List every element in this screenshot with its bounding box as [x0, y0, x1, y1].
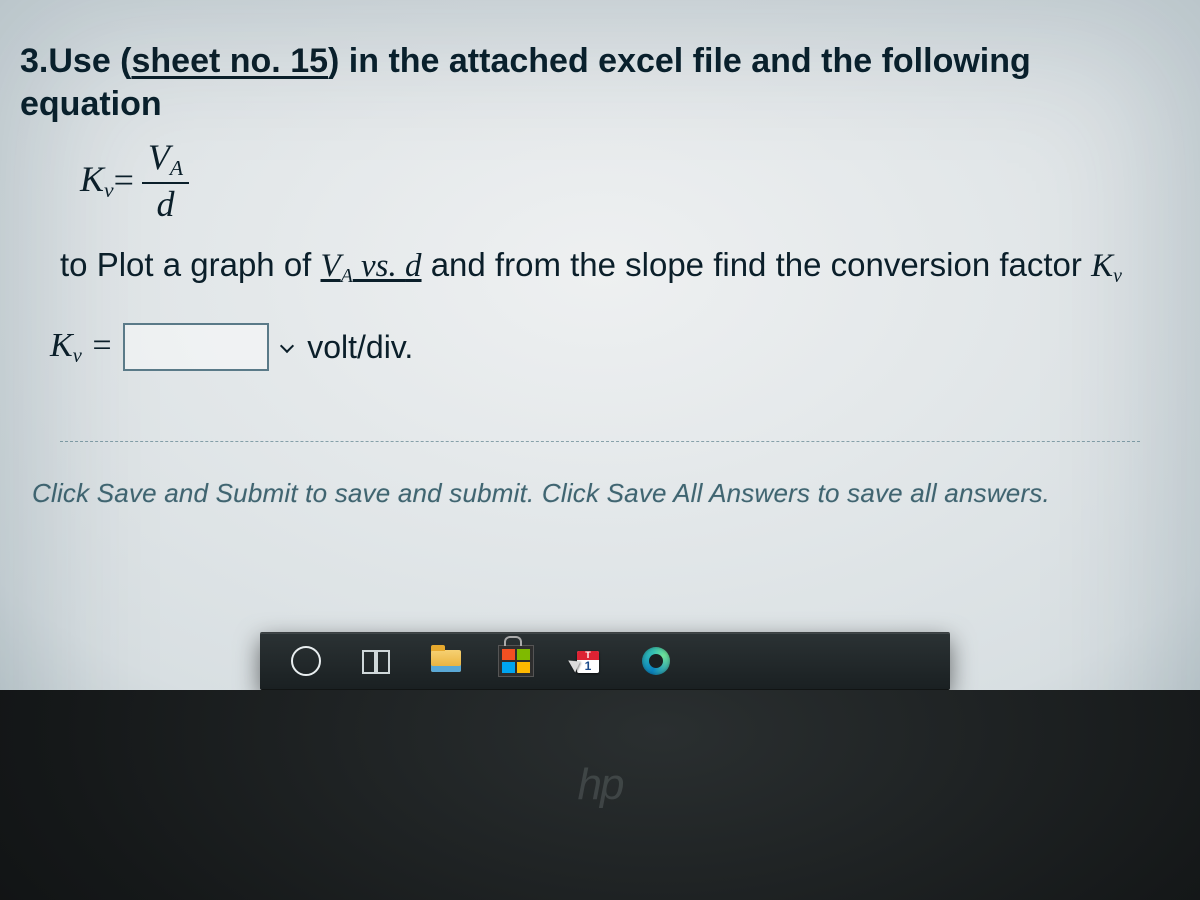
bag-handle-icon	[504, 636, 522, 646]
sheet-link[interactable]: sheet no. 15	[132, 42, 329, 80]
eq-sign: =	[114, 159, 134, 201]
answer-label: Kv =	[50, 327, 113, 368]
desk-surface	[0, 690, 1200, 900]
edge-button[interactable]	[636, 641, 676, 681]
screen-photo: 3.Use (sheet no. 15) in the attached exc…	[0, 0, 1200, 900]
eq-denominator: d	[157, 184, 175, 222]
windows-taskbar: 1	[260, 632, 950, 690]
question-content: 3.Use (sheet no. 15) in the attached exc…	[20, 40, 1180, 509]
cortana-button[interactable]	[286, 641, 326, 681]
eq-lhs: Kv	[80, 158, 114, 203]
save-hint: Click Save and Submit to save and submit…	[32, 478, 1180, 509]
plot-vs: vs.	[353, 248, 405, 284]
eq-fraction: VA d	[142, 139, 189, 222]
edge-icon	[642, 647, 670, 675]
kv-input[interactable]	[123, 323, 269, 371]
plot-va: VA	[321, 248, 353, 284]
eq-numerator: VA	[142, 139, 189, 184]
task-view-icon	[362, 650, 390, 672]
file-explorer-button[interactable]	[426, 641, 466, 681]
plot-d: d	[405, 248, 422, 284]
microsoft-store-button[interactable]	[496, 641, 536, 681]
store-icon	[498, 645, 534, 677]
tracker-icon: 1	[571, 647, 601, 675]
plot-p2: and from the slope find the conversion f…	[422, 246, 1092, 283]
question-prompt: 3.Use (sheet no. 15) in the attached exc…	[20, 40, 1180, 125]
divider	[60, 441, 1140, 442]
tracker-app-button[interactable]: 1	[566, 641, 606, 681]
prompt-prefix: 3.Use (	[20, 42, 132, 80]
chevron-down-icon	[279, 338, 297, 356]
plot-p1: to Plot a graph of	[60, 246, 321, 283]
task-view-button[interactable]	[356, 641, 396, 681]
unit-label: volt/div.	[307, 329, 413, 366]
plot-instruction: to Plot a graph of VA vs. d and from the…	[60, 244, 1180, 290]
equation: Kv = VA d	[80, 139, 1180, 222]
answer-row: Kv = volt/div.	[50, 323, 1180, 371]
unit-dropdown[interactable]	[279, 338, 297, 356]
plot-kv: Kv	[1091, 248, 1122, 284]
folder-icon	[431, 650, 461, 672]
circle-icon	[291, 646, 321, 676]
